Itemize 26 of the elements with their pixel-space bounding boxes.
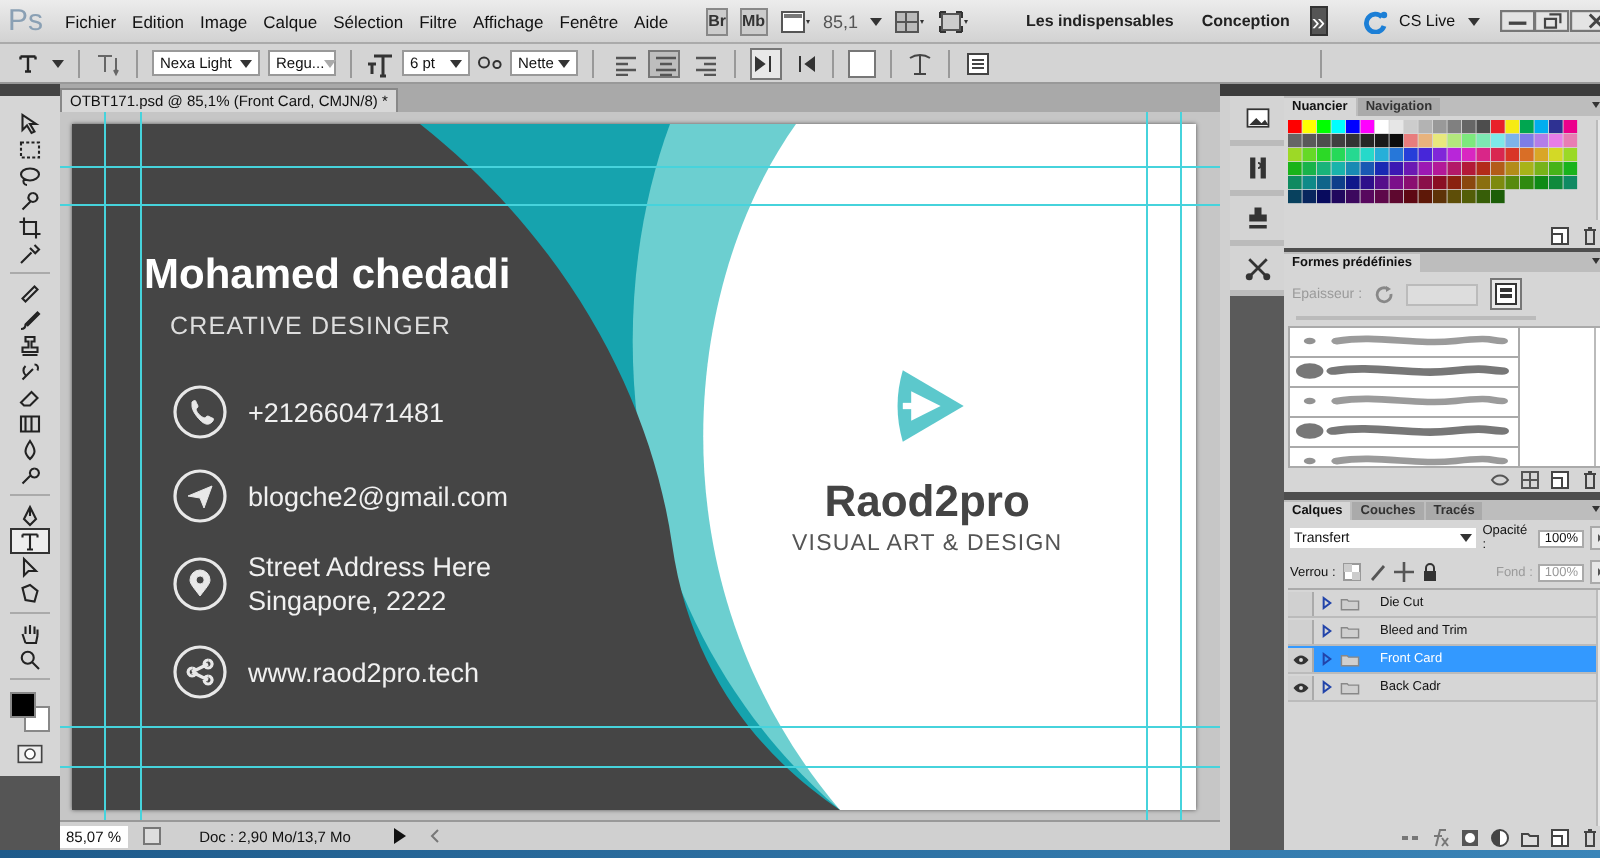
menu-item[interactable]: Fichier xyxy=(63,11,119,31)
brand-tagline: VISUAL ART & DESIGN xyxy=(792,532,1063,556)
menu-item[interactable]: Calque xyxy=(261,11,320,31)
contact-text: Street Address Here xyxy=(248,552,492,582)
cs-live-menu[interactable]: CS Live xyxy=(1399,12,1456,30)
mini-bridge-button[interactable]: Mb xyxy=(739,7,768,35)
more-workspaces-button[interactable]: » xyxy=(1309,6,1328,36)
contact-text: +212660471481 xyxy=(248,397,444,427)
workspace-link[interactable]: Les indispensables xyxy=(1026,12,1174,30)
contact-text: Singapore, 2222 xyxy=(248,586,449,616)
menu-item[interactable]: Filtre xyxy=(417,11,459,31)
menu-item[interactable]: Fenêtre xyxy=(557,11,621,31)
menu-item[interactable]: Edition xyxy=(130,11,187,31)
menu-item[interactable]: Aide xyxy=(632,11,671,31)
zoom-field[interactable]: 85,1 xyxy=(823,11,859,31)
menu-item[interactable]: Affichage xyxy=(470,11,546,31)
menu-item[interactable]: Image xyxy=(198,11,250,31)
workspace-link[interactable]: Conception xyxy=(1201,12,1290,30)
contact-text: www.raod2pro.tech xyxy=(248,657,480,687)
app-logo: Ps xyxy=(8,4,44,38)
bridge-button[interactable]: Br xyxy=(706,7,728,35)
menu-item[interactable]: Sélection xyxy=(331,11,406,31)
brand-name: Raod2pro xyxy=(824,476,1030,528)
contact-text: blogche2@gmail.com xyxy=(248,481,509,511)
job-title: CREATIVE DESINGER xyxy=(170,312,454,340)
person-name: Mohamed chedadi xyxy=(144,252,511,300)
